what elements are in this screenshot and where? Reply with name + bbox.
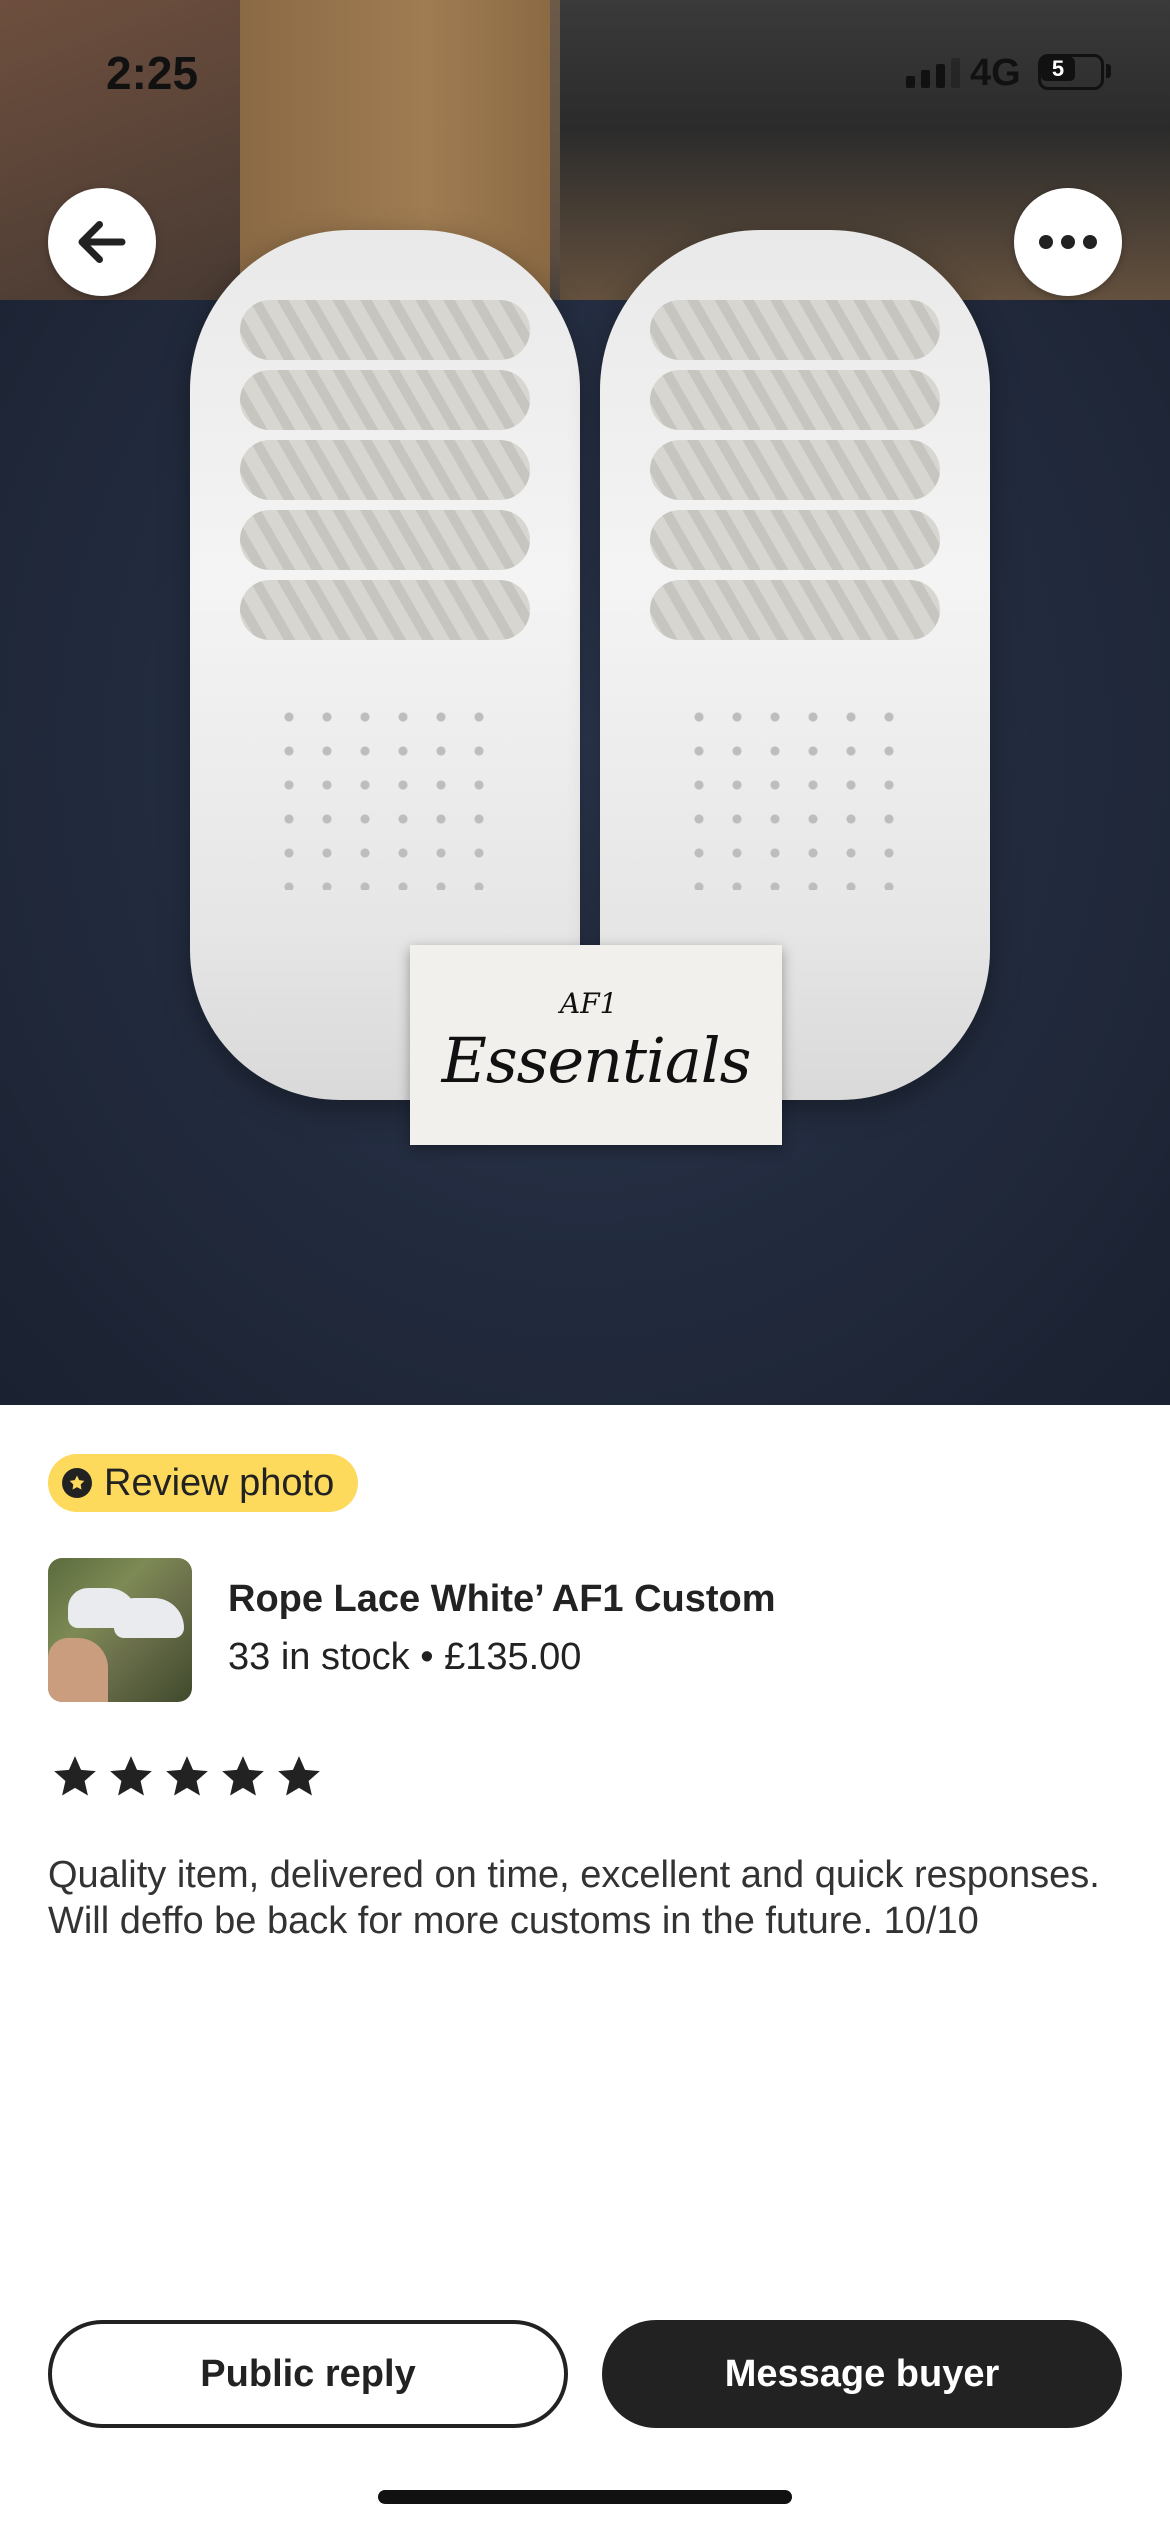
battery-level: 5	[1041, 57, 1075, 81]
review-photo-badge: Review photo	[48, 1454, 359, 1512]
thumbnail-shoe	[114, 1598, 184, 1638]
item-title[interactable]: Rope Lace White’ AF1 Custom	[228, 1578, 776, 1621]
more-options-button[interactable]	[1014, 188, 1122, 296]
battery-cap	[1106, 64, 1111, 78]
status-bar: 2:25 4G 5	[0, 0, 1170, 150]
rope-lace	[240, 300, 530, 360]
toe-perforations	[270, 700, 500, 890]
rope-lace	[650, 370, 940, 430]
rope-lace	[240, 580, 530, 640]
star-icon	[54, 1756, 96, 1796]
brand-card: AF1 Essentials	[410, 945, 782, 1145]
rope-lace	[650, 580, 940, 640]
star-circle-icon	[62, 1468, 92, 1498]
toe-perforations	[680, 700, 910, 890]
star-icon	[278, 1756, 320, 1796]
thumbnail-hand	[48, 1638, 108, 1702]
review-text: Quality item, delivered on time, excelle…	[48, 1854, 1100, 1942]
more-horizontal-icon	[1039, 235, 1097, 249]
public-reply-button[interactable]: Public reply	[48, 2320, 568, 2428]
brand-card-small-text: AF1	[560, 987, 618, 1020]
review-photo[interactable]: AF1 Essentials	[0, 0, 1170, 1405]
arrow-left-icon	[78, 221, 126, 263]
rope-lace	[240, 370, 530, 430]
status-time: 2:25	[106, 47, 199, 99]
home-indicator[interactable]	[378, 2490, 792, 2504]
rope-lace	[650, 300, 940, 360]
message-buyer-button[interactable]: Message buyer	[602, 2320, 1122, 2428]
signal-icon	[906, 58, 960, 88]
brand-card-text: Essentials	[441, 1023, 752, 1097]
photo-background-cloth	[0, 300, 1170, 1405]
rope-lace	[650, 510, 940, 570]
rope-lace	[650, 440, 940, 500]
rope-lace	[240, 440, 530, 500]
star-rating	[50, 1752, 324, 1802]
rope-lace	[240, 510, 530, 570]
badge-label: Review photo	[104, 1461, 335, 1504]
item-thumbnail[interactable]	[48, 1558, 192, 1702]
star-icon	[222, 1756, 264, 1796]
back-button[interactable]	[48, 188, 156, 296]
star-icon	[110, 1756, 152, 1796]
network-label: 4G	[970, 52, 1021, 94]
star-icon	[166, 1756, 208, 1796]
item-stock-price: 33 in stock • £135.00	[228, 1636, 582, 1678]
